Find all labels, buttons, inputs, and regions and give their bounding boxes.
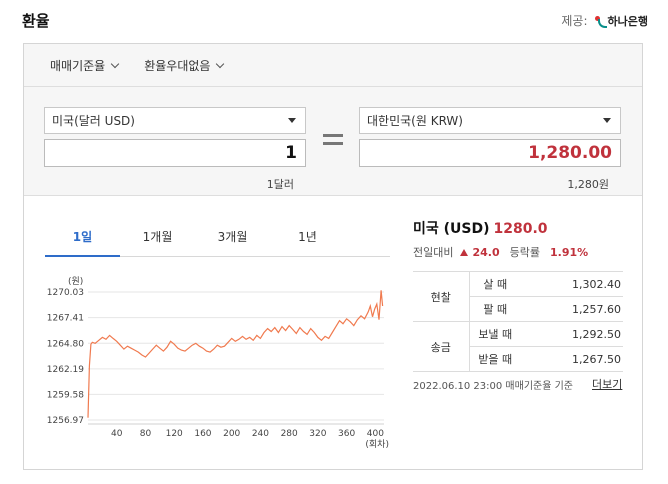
- y-tick-label: 1256.97: [47, 416, 84, 426]
- cash-category: 현찰: [413, 271, 470, 322]
- change-label: 전일대비: [413, 246, 454, 259]
- rate-summary: 미국 (USD) 1280.0 전일대비 24.0 등락률 1.91%: [413, 218, 588, 260]
- currency-converter: 미국(달러 USD) 대한민국(원 KRW) 1 1,280.00 1달러 1,…: [24, 87, 642, 196]
- x-tick-label: 320: [309, 429, 326, 439]
- to-amount-input[interactable]: 1,280.00: [359, 139, 621, 167]
- table-row: 송금 보낼 때 1,292.50: [413, 321, 623, 372]
- to-currency-select[interactable]: 대한민국(원 KRW): [359, 107, 621, 134]
- row-label: 받을 때: [469, 346, 521, 372]
- currency-rate-heading: 미국 (USD) 1280.0: [413, 218, 588, 238]
- filter-bar: 매매기준율 환율우대없음: [24, 44, 642, 87]
- row-value: 1,257.60: [521, 296, 623, 322]
- provider-info: 제공: 하나은행: [561, 12, 648, 29]
- up-triangle-icon: [460, 248, 469, 256]
- pct-label: 등락률: [509, 246, 540, 259]
- caret-down-icon: [603, 118, 611, 123]
- y-tick-label: 1262.19: [47, 365, 84, 375]
- row-value: 1,267.50: [521, 346, 623, 372]
- more-link[interactable]: 더보기: [592, 376, 622, 392]
- x-tick-label: 400: [367, 429, 384, 439]
- row-value: 1,302.40: [521, 271, 623, 297]
- remit-category: 송금: [413, 321, 470, 372]
- provider-name: 하나은행: [607, 14, 648, 28]
- row-label: 팔 때: [469, 296, 521, 322]
- to-unit-text: 1,280원: [567, 178, 609, 191]
- exchange-rate-chart: 1270.03 1267.41 1264.80 1262.19 1259.58 1256.…: [42, 270, 390, 460]
- x-tick-label: 40: [111, 429, 123, 439]
- x-tick-label: 160: [194, 429, 211, 439]
- rate-change-row: 전일대비 24.0 등락률 1.91%: [413, 244, 588, 260]
- row-value: 1,292.50: [521, 321, 623, 347]
- x-tick-label: 240: [252, 429, 269, 439]
- x-tick-label: 200: [223, 429, 240, 439]
- rate-type-dropdown[interactable]: 매매기준율: [50, 57, 120, 74]
- chevron-down-icon: [216, 59, 225, 68]
- equals-icon: [323, 134, 343, 145]
- rate-basis-note: 2022.06.10 23:00 매매기준율 기준: [413, 381, 574, 392]
- line-chart-svg: 1270.03 1267.41 1264.80 1262.19 1259.58 1256.…: [42, 270, 390, 460]
- y-tick-label: 1267.41: [47, 314, 84, 324]
- tab-3-months[interactable]: 3개월: [195, 230, 270, 256]
- from-currency-select[interactable]: 미국(달러 USD): [44, 107, 306, 134]
- current-rate-value: 1280.0: [493, 221, 548, 237]
- pct-value: 1.91%: [550, 245, 589, 259]
- hana-bank-logo: 하나은행: [594, 13, 648, 29]
- from-currency-label: 미국(달러 USD): [52, 114, 135, 128]
- currency-name: 미국 (USD): [413, 221, 490, 237]
- y-tick-label: 1259.58: [47, 390, 84, 400]
- from-amount-input[interactable]: 1: [44, 139, 306, 167]
- from-unit-text: 1달러: [266, 178, 294, 191]
- x-tick-label: 80: [140, 429, 152, 439]
- rate-type-label: 매매기준율: [50, 58, 106, 73]
- change-value: 24.0: [472, 245, 500, 259]
- x-tick-label: 120: [166, 429, 183, 439]
- page-title: 환율: [22, 12, 50, 30]
- table-row: 현찰 살 때 1,302.40: [413, 271, 623, 322]
- to-currency-label: 대한민국(원 KRW): [367, 114, 463, 128]
- hana-logo-icon: [594, 15, 607, 28]
- period-tabs: 1일 1개월 3개월 1년: [45, 230, 390, 257]
- discount-label: 환율우대없음: [144, 58, 211, 73]
- y-tick-label: 1270.03: [47, 288, 84, 298]
- tab-1-day[interactable]: 1일: [45, 230, 120, 257]
- tab-1-month[interactable]: 1개월: [120, 230, 195, 256]
- tab-1-year[interactable]: 1년: [270, 230, 345, 256]
- row-label: 보낼 때: [469, 321, 521, 347]
- provider-label: 제공:: [561, 14, 588, 28]
- x-tick-label: 360: [338, 429, 355, 439]
- chevron-down-icon: [110, 59, 120, 68]
- rate-table: 현찰 살 때 1,302.40 팔 때 1,257.60 송금 보낼 때 1,2…: [413, 271, 623, 372]
- caret-down-icon: [288, 118, 296, 123]
- row-label: 살 때: [469, 271, 521, 297]
- x-axis-unit-label: (회차): [365, 438, 389, 450]
- y-axis-unit-label: (원): [68, 276, 83, 287]
- x-tick-label: 280: [281, 429, 298, 439]
- discount-dropdown[interactable]: 환율우대없음: [144, 57, 225, 74]
- y-tick-label: 1264.80: [47, 339, 84, 349]
